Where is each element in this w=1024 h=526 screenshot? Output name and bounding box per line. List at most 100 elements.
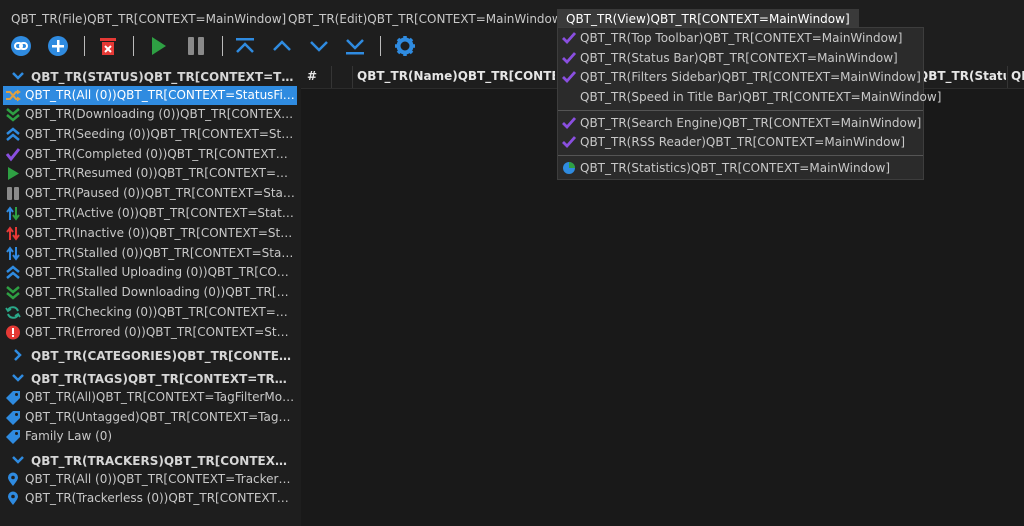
menu-file[interactable]: QBT_TR(File)QBT_TR[CONTEXT=MainWindow] — [11, 9, 286, 29]
add-torrent-icon[interactable] — [45, 34, 71, 58]
status-item-label: QBT_TR(Errored (0))QBT_TR[CONTEXT=Status… — [25, 325, 295, 339]
tag-item-untagged[interactable]: QBT_TR(Untagged)QBT_TR[CONTEXT=TagFilter… — [3, 408, 297, 427]
status-item-label: QBT_TR(Active (0))QBT_TR[CONTEXT=StatusF… — [25, 206, 295, 220]
tracker-item-label: QBT_TR(All (0))QBT_TR[CONTEXT=TrackerFil… — [25, 472, 295, 486]
stalled-downloading-icon — [5, 285, 21, 300]
delete-icon[interactable] — [95, 34, 121, 58]
view-menu-rss-reader[interactable]: QBT_TR(RSS Reader)QBT_TR[CONTEXT=MainWin… — [558, 133, 923, 152]
status-item-label: QBT_TR(Completed (0))QBT_TR[CONTEXT=Stat… — [25, 147, 295, 161]
status-section-header[interactable]: QBT_TR(STATUS)QBT_TR[CONTEXT=TRANSFERS] — [0, 67, 298, 87]
column-header-number[interactable]: # — [307, 64, 327, 88]
view-menu-filters-sidebar[interactable]: QBT_TR(Filters Sidebar)QBT_TR[CONTEXT=Ma… — [558, 68, 923, 87]
column-divider — [1007, 66, 1008, 88]
status-item-label: QBT_TR(Inactive (0))QBT_TR[CONTEXT=Statu… — [25, 226, 295, 240]
column-header-name[interactable]: QBT_TR(Name)QBT_TR[CONTEXT=TransferListM… — [357, 64, 555, 88]
menu-item-label: QBT_TR(Speed in Title Bar)QBT_TR[CONTEXT… — [580, 90, 942, 104]
view-menu: QBT_TR(Top Toolbar)QBT_TR[CONTEXT=MainWi… — [557, 27, 941, 180]
menu-view[interactable]: QBT_TR(View)QBT_TR[CONTEXT=MainWindow] — [557, 9, 859, 29]
seeding-icon — [5, 127, 21, 142]
column-header-more[interactable]: QB — [1011, 64, 1024, 88]
tag-item-label: Family Law (0) — [25, 429, 113, 443]
move-top-icon[interactable] — [232, 34, 258, 58]
all-icon — [5, 88, 21, 103]
stalled-uploading-icon — [5, 265, 21, 280]
move-down-icon[interactable] — [306, 34, 332, 58]
toolbar-separator — [380, 36, 381, 56]
status-item-label: QBT_TR(Stalled Downloading (0))QBT_TR[CO… — [25, 285, 295, 299]
status-item-resumed[interactable]: QBT_TR(Resumed (0))QBT_TR[CONTEXT=Status… — [3, 164, 297, 183]
view-menu-top-toolbar[interactable]: QBT_TR(Top Toolbar)QBT_TR[CONTEXT=MainWi… — [558, 29, 923, 48]
tag-item-label: QBT_TR(All)QBT_TR[CONTEXT=TagFilterModel… — [25, 390, 295, 404]
status-item-checking[interactable]: QBT_TR(Checking (0))QBT_TR[CONTEXT=Statu… — [3, 303, 297, 322]
tracker-icon — [5, 491, 21, 506]
status-item-stalled-uploading[interactable]: QBT_TR(Stalled Uploading (0))QBT_TR[CONT… — [3, 263, 297, 282]
start-icon[interactable] — [145, 34, 171, 58]
menu-item-label: QBT_TR(Filters Sidebar)QBT_TR[CONTEXT=Ma… — [580, 70, 921, 84]
options-icon[interactable] — [392, 34, 418, 58]
errored-icon — [5, 325, 21, 340]
statistics-pie-icon — [562, 161, 576, 175]
column-divider — [352, 66, 353, 88]
checkmark-icon — [562, 116, 577, 130]
tracker-item-all[interactable]: QBT_TR(All (0))QBT_TR[CONTEXT=TrackerFil… — [3, 470, 297, 489]
status-item-paused[interactable]: QBT_TR(Paused (0))QBT_TR[CONTEXT=StatusF… — [3, 184, 297, 203]
tracker-icon — [5, 472, 21, 487]
status-item-stalled[interactable]: QBT_TR(Stalled (0))QBT_TR[CONTEXT=Status… — [3, 244, 297, 263]
status-item-label: QBT_TR(Checking (0))QBT_TR[CONTEXT=Statu… — [25, 305, 295, 319]
status-item-inactive[interactable]: QBT_TR(Inactive (0))QBT_TR[CONTEXT=Statu… — [3, 224, 297, 243]
chevron-down-icon — [11, 454, 25, 469]
move-bottom-icon[interactable] — [342, 34, 368, 58]
active-icon — [5, 206, 21, 221]
checkmark-icon — [562, 31, 577, 45]
menu-separator — [558, 110, 923, 111]
inactive-icon — [5, 226, 21, 241]
tag-icon — [5, 390, 21, 405]
categories-section-header[interactable]: QBT_TR(CATEGORIES)QBT_TR[CONTEXT=TRANSFE… — [0, 346, 298, 366]
section-title: QBT_TR(TRACKERS)QBT_TR[CONTEXT=TRANSFERS… — [31, 454, 295, 468]
tracker-item-label: QBT_TR(Trackerless (0))QBT_TR[CONTEXT=Tr… — [25, 491, 295, 505]
status-item-completed[interactable]: QBT_TR(Completed (0))QBT_TR[CONTEXT=Stat… — [3, 145, 297, 164]
tag-icon — [5, 429, 21, 444]
move-up-icon[interactable] — [269, 34, 295, 58]
section-title: QBT_TR(TAGS)QBT_TR[CONTEXT=TRANSFERS] — [31, 372, 295, 386]
toolbar-separator — [222, 36, 223, 56]
chevron-right-icon — [11, 349, 25, 364]
view-menu-speed-in-title-bar[interactable]: QBT_TR(Speed in Title Bar)QBT_TR[CONTEXT… — [558, 88, 941, 107]
trackers-section-header[interactable]: QBT_TR(TRACKERS)QBT_TR[CONTEXT=TRANSFERS… — [0, 451, 298, 471]
downloading-icon — [5, 107, 21, 122]
view-menu-search-engine[interactable]: QBT_TR(Search Engine)QBT_TR[CONTEXT=Main… — [558, 114, 923, 133]
column-divider — [331, 66, 332, 88]
column-header-status[interactable]: QBT_TR(Status)QBT_TR[CONTEXT=TransferLis… — [918, 64, 1006, 88]
menu-edit[interactable]: QBT_TR(Edit)QBT_TR[CONTEXT=MainWindow] — [288, 9, 566, 29]
status-item-errored[interactable]: QBT_TR(Errored (0))QBT_TR[CONTEXT=Status… — [3, 323, 297, 342]
view-menu-status-bar[interactable]: QBT_TR(Status Bar)QBT_TR[CONTEXT=MainWin… — [558, 49, 923, 68]
status-item-label: QBT_TR(Downloading (0))QBT_TR[CONTEXT=St… — [25, 107, 295, 121]
tag-item-all[interactable]: QBT_TR(All)QBT_TR[CONTEXT=TagFilterModel… — [3, 388, 297, 407]
stalled-icon — [5, 246, 21, 261]
chevron-down-icon — [11, 372, 25, 387]
tags-section-header[interactable]: QBT_TR(TAGS)QBT_TR[CONTEXT=TRANSFERS] — [0, 369, 298, 389]
completed-icon — [5, 147, 21, 162]
menu-item-label: QBT_TR(RSS Reader)QBT_TR[CONTEXT=MainWin… — [580, 135, 906, 149]
status-item-label: QBT_TR(Stalled (0))QBT_TR[CONTEXT=Status… — [25, 246, 295, 260]
status-item-label: QBT_TR(Seeding (0))QBT_TR[CONTEXT=Status… — [25, 127, 295, 141]
add-link-icon[interactable] — [8, 34, 34, 58]
section-title: QBT_TR(STATUS)QBT_TR[CONTEXT=TRANSFERS] — [31, 70, 295, 84]
status-item-stalled-downloading[interactable]: QBT_TR(Stalled Downloading (0))QBT_TR[CO… — [3, 283, 297, 302]
resumed-icon — [5, 166, 21, 181]
toolbar-separator — [133, 36, 134, 56]
menu-item-label: QBT_TR(Statistics)QBT_TR[CONTEXT=MainWin… — [580, 161, 891, 175]
tracker-item-trackerless[interactable]: QBT_TR(Trackerless (0))QBT_TR[CONTEXT=Tr… — [3, 489, 297, 508]
toolbar-separator — [84, 36, 85, 56]
pause-icon[interactable] — [183, 34, 209, 58]
tag-item-family-law[interactable]: Family Law (0) — [3, 427, 297, 446]
section-title: QBT_TR(CATEGORIES)QBT_TR[CONTEXT=TRANSFE… — [31, 349, 295, 363]
status-item-seeding[interactable]: QBT_TR(Seeding (0))QBT_TR[CONTEXT=Status… — [3, 125, 297, 144]
status-item-label: QBT_TR(Paused (0))QBT_TR[CONTEXT=StatusF… — [25, 186, 295, 200]
status-item-downloading[interactable]: QBT_TR(Downloading (0))QBT_TR[CONTEXT=St… — [3, 105, 297, 124]
status-item-active[interactable]: QBT_TR(Active (0))QBT_TR[CONTEXT=StatusF… — [3, 204, 297, 223]
status-item-label: QBT_TR(Resumed (0))QBT_TR[CONTEXT=Status… — [25, 166, 295, 180]
status-item-all[interactable]: QBT_TR(All (0))QBT_TR[CONTEXT=StatusFilt… — [3, 86, 297, 105]
view-menu-statistics[interactable]: QBT_TR(Statistics)QBT_TR[CONTEXT=MainWin… — [558, 159, 923, 178]
checkmark-icon — [562, 70, 577, 84]
